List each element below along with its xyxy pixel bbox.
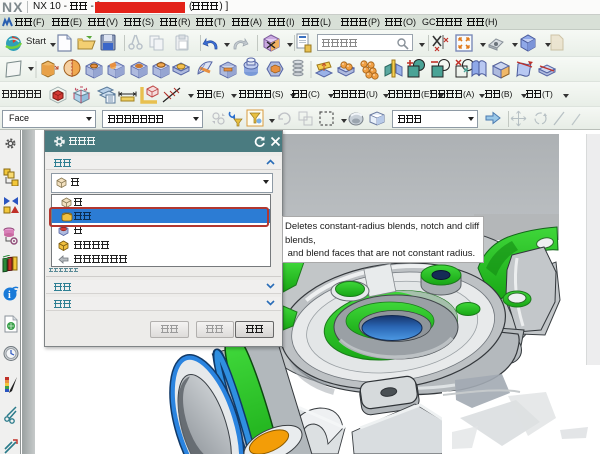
svg-text:i: i (8, 290, 11, 301)
